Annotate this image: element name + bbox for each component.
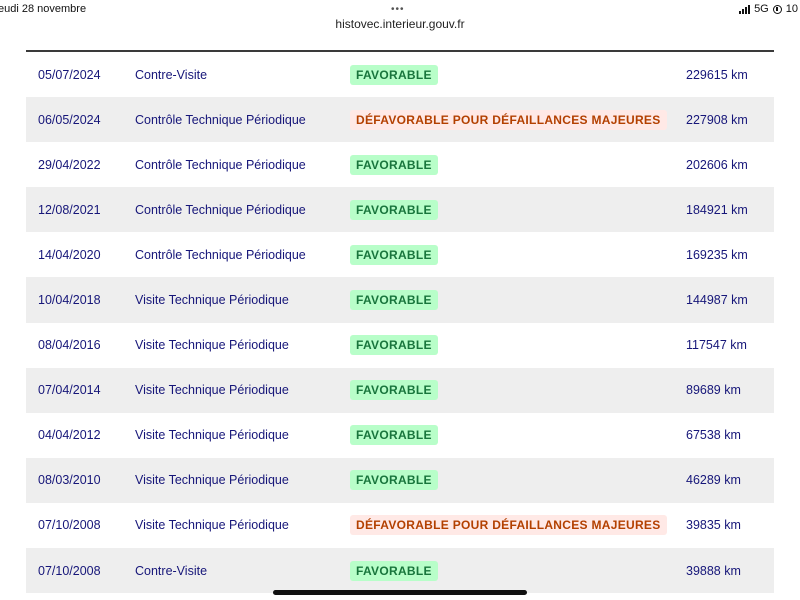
row-date: 04/04/2012 [38,428,101,443]
table-row: 07/10/2008 Contre-Visite FAVORABLE 39888 km [26,548,774,594]
row-date: 08/04/2016 [38,338,101,353]
table-row: 14/04/2020 Contrôle Technique Périodique F… [26,232,774,277]
row-result: FAVORABLE [350,199,438,220]
row-result: FAVORABLE [350,290,438,311]
result-badge: FAVORABLE [350,335,438,356]
table-row: 08/04/2016 Visite Technique Périodique FAV… [26,323,774,368]
table-row: 04/04/2012 Visite Technique Périodique FAV… [26,413,774,458]
status-date: eudi 28 novembre [0,3,87,15]
home-indicator[interactable] [273,590,527,595]
row-mileage: 227908 km [686,112,748,127]
row-result: DÉFAVORABLE POUR DÉFAILLANCES MAJEURES [350,515,667,536]
row-date: 14/04/2020 [38,247,101,262]
row-result: DÉFAVORABLE POUR DÉFAILLANCES MAJEURES [350,109,667,130]
result-badge: FAVORABLE [350,154,438,175]
row-mileage: 184921 km [686,202,748,217]
row-inspection-type: Visite Technique Périodique [135,338,289,353]
row-result: FAVORABLE [350,560,438,581]
table-row: 05/07/2024 Contre-Visite FAVORABLE 229615 k… [26,52,774,97]
row-date: 07/10/2008 [38,563,101,578]
table-header-divider [26,34,774,52]
battery-level: 10 [785,3,798,15]
row-inspection-type: Visite Technique Périodique [135,428,289,443]
status-indicators: 5G 10 [739,3,798,15]
table-row: 07/10/2008 Visite Technique Périodique DÉF… [26,503,774,548]
network-label: 5G [754,3,769,15]
result-badge: DÉFAVORABLE POUR DÉFAILLANCES MAJEURES [350,109,667,130]
row-mileage: 117547 km [686,338,747,353]
table-row: 29/04/2022 Contrôle Technique Périodique F… [26,142,774,187]
row-date: 12/08/2021 [38,202,101,217]
row-inspection-type: Visite Technique Périodique [135,518,289,533]
result-badge: FAVORABLE [350,560,438,581]
row-mileage: 39835 km [686,518,741,533]
row-result: FAVORABLE [350,425,438,446]
table-row: 12/08/2021 Contrôle Technique Périodique F… [26,187,774,233]
table-row: 06/05/2024 Contrôle Technique Périodique D… [26,97,774,143]
row-result: FAVORABLE [350,64,438,85]
row-inspection-type: Contrôle Technique Périodique [135,247,306,262]
row-inspection-type: Visite Technique Périodique [135,383,289,398]
row-mileage: 39888 km [686,563,741,578]
result-badge: DÉFAVORABLE POUR DÉFAILLANCES MAJEURES [350,515,667,536]
row-inspection-type: Contrôle Technique Périodique [135,202,306,217]
row-date: 29/04/2022 [38,157,101,172]
table-row: 07/04/2014 Visite Technique Périodique FAV… [26,367,774,413]
result-badge: FAVORABLE [350,470,438,491]
address-bar[interactable]: histovec.interieur.gouv.fr [0,16,800,34]
url-text: histovec.interieur.gouv.fr [335,17,465,31]
result-badge: FAVORABLE [350,64,438,85]
table-body: 05/07/2024 Contre-Visite FAVORABLE 229615 k… [26,52,774,594]
row-inspection-type: Visite Technique Périodique [135,473,289,488]
row-date: 07/04/2014 [38,383,101,398]
result-badge: FAVORABLE [350,244,438,265]
result-badge: FAVORABLE [350,199,438,220]
row-result: FAVORABLE [350,380,438,401]
row-mileage: 67538 km [686,428,741,443]
row-mileage: 169235 km [686,247,748,262]
row-mileage: 229615 km [686,67,748,82]
row-inspection-type: Contrôle Technique Périodique [135,112,306,127]
row-result: FAVORABLE [350,335,438,356]
row-date: 10/04/2018 [38,293,101,308]
inspection-history-table: 05/07/2024 Contre-Visite FAVORABLE 229615 k… [26,34,774,600]
row-result: FAVORABLE [350,154,438,175]
row-mileage: 89689 km [686,383,741,398]
result-badge: FAVORABLE [350,425,438,446]
row-inspection-type: Contrôle Technique Périodique [135,157,306,172]
cellular-signal-icon [739,4,751,14]
row-mileage: 144987 km [686,293,748,308]
row-mileage: 46289 km [686,473,741,488]
orientation-lock-icon [772,4,782,14]
row-result: FAVORABLE [350,244,438,265]
row-inspection-type: Contre-Visite [135,563,208,578]
tab-overview-dots-icon[interactable]: ••• [391,4,405,15]
table-row: 10/04/2018 Visite Technique Périodique FAV… [26,277,774,323]
row-mileage: 202606 km [686,157,748,172]
result-badge: FAVORABLE [350,380,438,401]
row-inspection-type: Contre-Visite [135,67,208,82]
row-date: 07/10/2008 [38,518,101,533]
row-date: 08/03/2010 [38,473,101,488]
table-row: 08/03/2010 Visite Technique Périodique FAV… [26,457,774,503]
row-date: 05/07/2024 [38,67,101,82]
result-badge: FAVORABLE [350,290,438,311]
row-date: 06/05/2024 [38,112,101,127]
row-inspection-type: Visite Technique Périodique [135,293,289,308]
row-result: FAVORABLE [350,470,438,491]
